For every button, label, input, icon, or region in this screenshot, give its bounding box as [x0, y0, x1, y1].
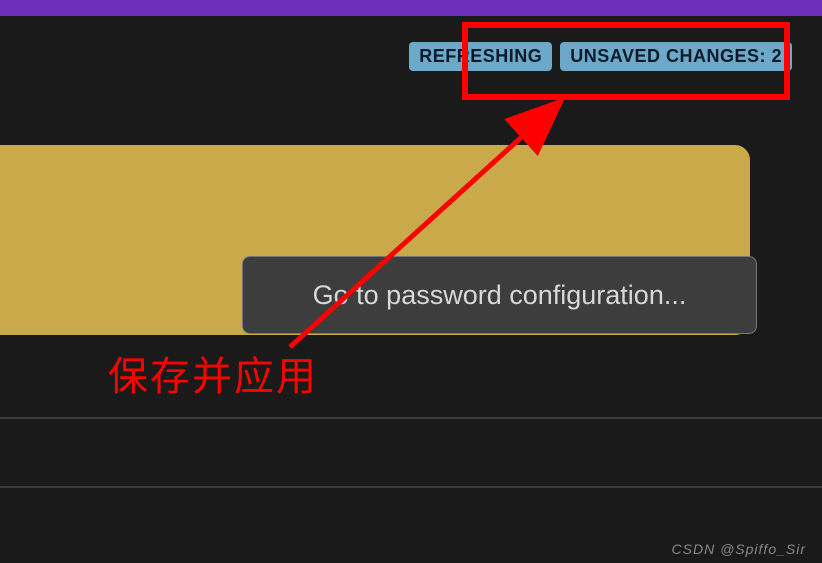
top-purple-bar [0, 0, 822, 16]
divider [0, 417, 822, 419]
divider [0, 486, 822, 488]
chinese-annotation-label: 保存并应用 [108, 344, 318, 402]
status-badges: REFRESHING UNSAVED CHANGES: 2 [409, 42, 792, 71]
unsaved-changes-badge[interactable]: UNSAVED CHANGES: 2 [560, 42, 792, 71]
refreshing-badge: REFRESHING [409, 42, 552, 71]
watermark: CSDN @Spiffo_Sir [672, 541, 806, 557]
tooltip-text: Go to password configuration... [313, 280, 687, 311]
tooltip: Go to password configuration... [242, 256, 757, 334]
